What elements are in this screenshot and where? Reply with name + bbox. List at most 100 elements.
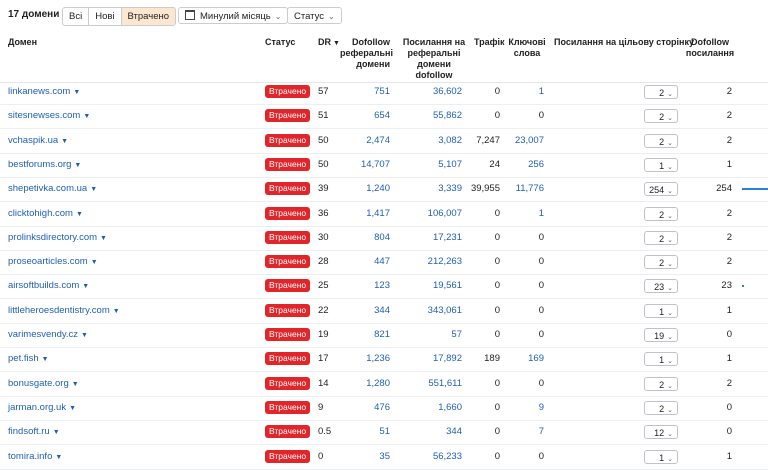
links-ref-link[interactable]: 344: [400, 420, 462, 444]
caret-down-icon[interactable]: ▼: [53, 429, 60, 436]
links-ref-link[interactable]: 36,602: [400, 80, 462, 104]
col-dofollow-ref[interactable]: Dofollow реферальні домени: [340, 37, 393, 70]
filter-lost-button[interactable]: Втрачено: [121, 8, 176, 25]
target-links-dropdown[interactable]: 2 ⌄: [644, 109, 678, 124]
target-links-dropdown[interactable]: 19 ⌄: [644, 328, 678, 342]
target-links-dropdown[interactable]: 2 ⌄: [644, 85, 678, 99]
domain-link[interactable]: pet.fish ▼: [8, 347, 49, 371]
domain-link[interactable]: shepetivka.com.ua ▼: [8, 177, 97, 201]
dofollow-ref-link[interactable]: 123: [330, 274, 390, 298]
keywords-value[interactable]: 11,776: [500, 177, 544, 201]
domain-link[interactable]: bestforums.org ▼: [8, 153, 81, 177]
col-target-links[interactable]: Посилання на цільову сторінку: [554, 37, 694, 48]
caret-down-icon[interactable]: ▼: [81, 332, 88, 339]
filter-new-button[interactable]: Нові: [89, 8, 122, 25]
links-ref-link[interactable]: 3,082: [400, 129, 462, 153]
keywords-value[interactable]: 169: [500, 347, 544, 371]
links-ref-link[interactable]: 19,561: [400, 274, 462, 298]
links-ref-link[interactable]: 57: [400, 323, 462, 347]
status-dropdown[interactable]: Статус ⌄: [287, 7, 342, 24]
dofollow-ref-link[interactable]: 1,240: [330, 177, 390, 201]
target-links-dropdown[interactable]: 1 ⌄: [644, 449, 678, 464]
domain-link[interactable]: jarman.org.uk ▼: [8, 396, 76, 420]
dofollow-ref-link[interactable]: 751: [330, 80, 390, 104]
domain-link[interactable]: tomira.info ▼: [8, 445, 62, 469]
target-links-dropdown[interactable]: 254 ⌄: [644, 182, 678, 197]
caret-down-icon[interactable]: ▼: [82, 283, 89, 290]
col-links-ref[interactable]: Посилання на реферальні домени dofollow: [398, 37, 470, 81]
links-ref-link[interactable]: 5,107: [400, 153, 462, 177]
target-links-dropdown[interactable]: 23 ⌄: [644, 279, 678, 294]
target-links-dropdown[interactable]: 1 ⌄: [644, 303, 678, 318]
col-keywords[interactable]: Ключові слова: [505, 37, 549, 59]
caret-down-icon[interactable]: ▼: [55, 454, 62, 461]
links-ref-link[interactable]: 17,892: [400, 347, 462, 371]
target-links-dropdown[interactable]: 2 ⌄: [644, 230, 678, 245]
caret-down-icon[interactable]: ▼: [113, 308, 120, 315]
dofollow-ref-link[interactable]: 51: [330, 420, 390, 444]
caret-down-icon[interactable]: ▼: [61, 138, 68, 145]
links-ref-link[interactable]: 3,339: [400, 177, 462, 201]
caret-down-icon[interactable]: ▼: [100, 235, 107, 242]
caret-down-icon[interactable]: ▼: [74, 162, 81, 169]
dofollow-ref-link[interactable]: 447: [330, 250, 390, 274]
caret-down-icon[interactable]: ▼: [72, 381, 79, 388]
domain-link[interactable]: linkanews.com ▼: [8, 80, 80, 104]
dofollow-ref-link[interactable]: 14,707: [330, 153, 390, 177]
target-links-dropdown[interactable]: 2 ⌄: [644, 376, 678, 391]
dofollow-ref-link[interactable]: 1,236: [330, 347, 390, 371]
col-dofollow-links[interactable]: Dofollow посилання: [684, 37, 736, 59]
target-links-dropdown[interactable]: 2 ⌄: [644, 400, 678, 415]
domain-link[interactable]: proseoarticles.com ▼: [8, 250, 98, 274]
target-links-dropdown[interactable]: 1 ⌄: [644, 157, 678, 172]
period-dropdown[interactable]: Минулий місяць ⌄: [178, 7, 289, 24]
links-ref-link[interactable]: 106,007: [400, 202, 462, 226]
keywords-value[interactable]: 256: [500, 153, 544, 177]
keywords-value[interactable]: 23,007: [500, 129, 544, 153]
caret-down-icon[interactable]: ▼: [69, 405, 76, 412]
domain-link[interactable]: clicktohigh.com ▼: [8, 202, 83, 226]
domain-link[interactable]: littleheroesdentistry.com ▼: [8, 299, 120, 323]
keywords-value[interactable]: 1: [500, 202, 544, 226]
links-ref-link[interactable]: 212,263: [400, 250, 462, 274]
keywords-value[interactable]: 9: [500, 396, 544, 420]
dofollow-ref-link[interactable]: 344: [330, 299, 390, 323]
dofollow-ref-link[interactable]: 1,417: [330, 202, 390, 226]
caret-down-icon[interactable]: ▼: [76, 211, 83, 218]
dofollow-ref-link[interactable]: 476: [330, 396, 390, 420]
domain-link[interactable]: sitesnewses.com ▼: [8, 104, 90, 128]
target-links-dropdown[interactable]: 2 ⌄: [644, 133, 678, 148]
target-links-dropdown[interactable]: 12 ⌄: [644, 425, 678, 440]
domain-link[interactable]: bonusgate.org ▼: [8, 372, 79, 396]
col-traffic[interactable]: Трафік: [474, 37, 505, 48]
target-links-dropdown[interactable]: 2 ⌄: [644, 206, 678, 221]
keywords-value[interactable]: 7: [500, 420, 544, 444]
filter-all-button[interactable]: Всі: [63, 8, 90, 25]
dofollow-ref-link[interactable]: 821: [330, 323, 390, 347]
dofollow-ref-link[interactable]: 35: [330, 445, 390, 469]
dofollow-ref-link[interactable]: 2,474: [330, 129, 390, 153]
dofollow-ref-link[interactable]: 804: [330, 226, 390, 250]
links-ref-link[interactable]: 55,862: [400, 104, 462, 128]
domain-link[interactable]: findsoft.ru ▼: [8, 420, 60, 444]
domain-link[interactable]: prolinksdirectory.com ▼: [8, 226, 107, 250]
links-ref-link[interactable]: 343,061: [400, 299, 462, 323]
target-links-dropdown[interactable]: 1 ⌄: [644, 352, 678, 367]
dofollow-ref-link[interactable]: 654: [330, 104, 390, 128]
caret-down-icon[interactable]: ▼: [83, 113, 90, 120]
caret-down-icon[interactable]: ▼: [73, 89, 80, 96]
col-status[interactable]: Статус: [265, 37, 295, 48]
col-dr[interactable]: DR ▼: [318, 37, 340, 49]
dofollow-ref-link[interactable]: 1,280: [330, 372, 390, 396]
caret-down-icon[interactable]: ▼: [42, 356, 49, 363]
links-ref-link[interactable]: 17,231: [400, 226, 462, 250]
links-ref-link[interactable]: 551,611: [400, 372, 462, 396]
target-links-dropdown[interactable]: 2 ⌄: [644, 255, 678, 270]
caret-down-icon[interactable]: ▼: [91, 259, 98, 266]
links-ref-link[interactable]: 56,233: [400, 445, 462, 469]
caret-down-icon[interactable]: ▼: [90, 186, 97, 193]
keywords-value[interactable]: 1: [500, 80, 544, 104]
domain-link[interactable]: airsoftbuilds.com ▼: [8, 274, 89, 298]
links-ref-link[interactable]: 1,660: [400, 396, 462, 420]
domain-link[interactable]: vchaspik.ua ▼: [8, 129, 68, 153]
